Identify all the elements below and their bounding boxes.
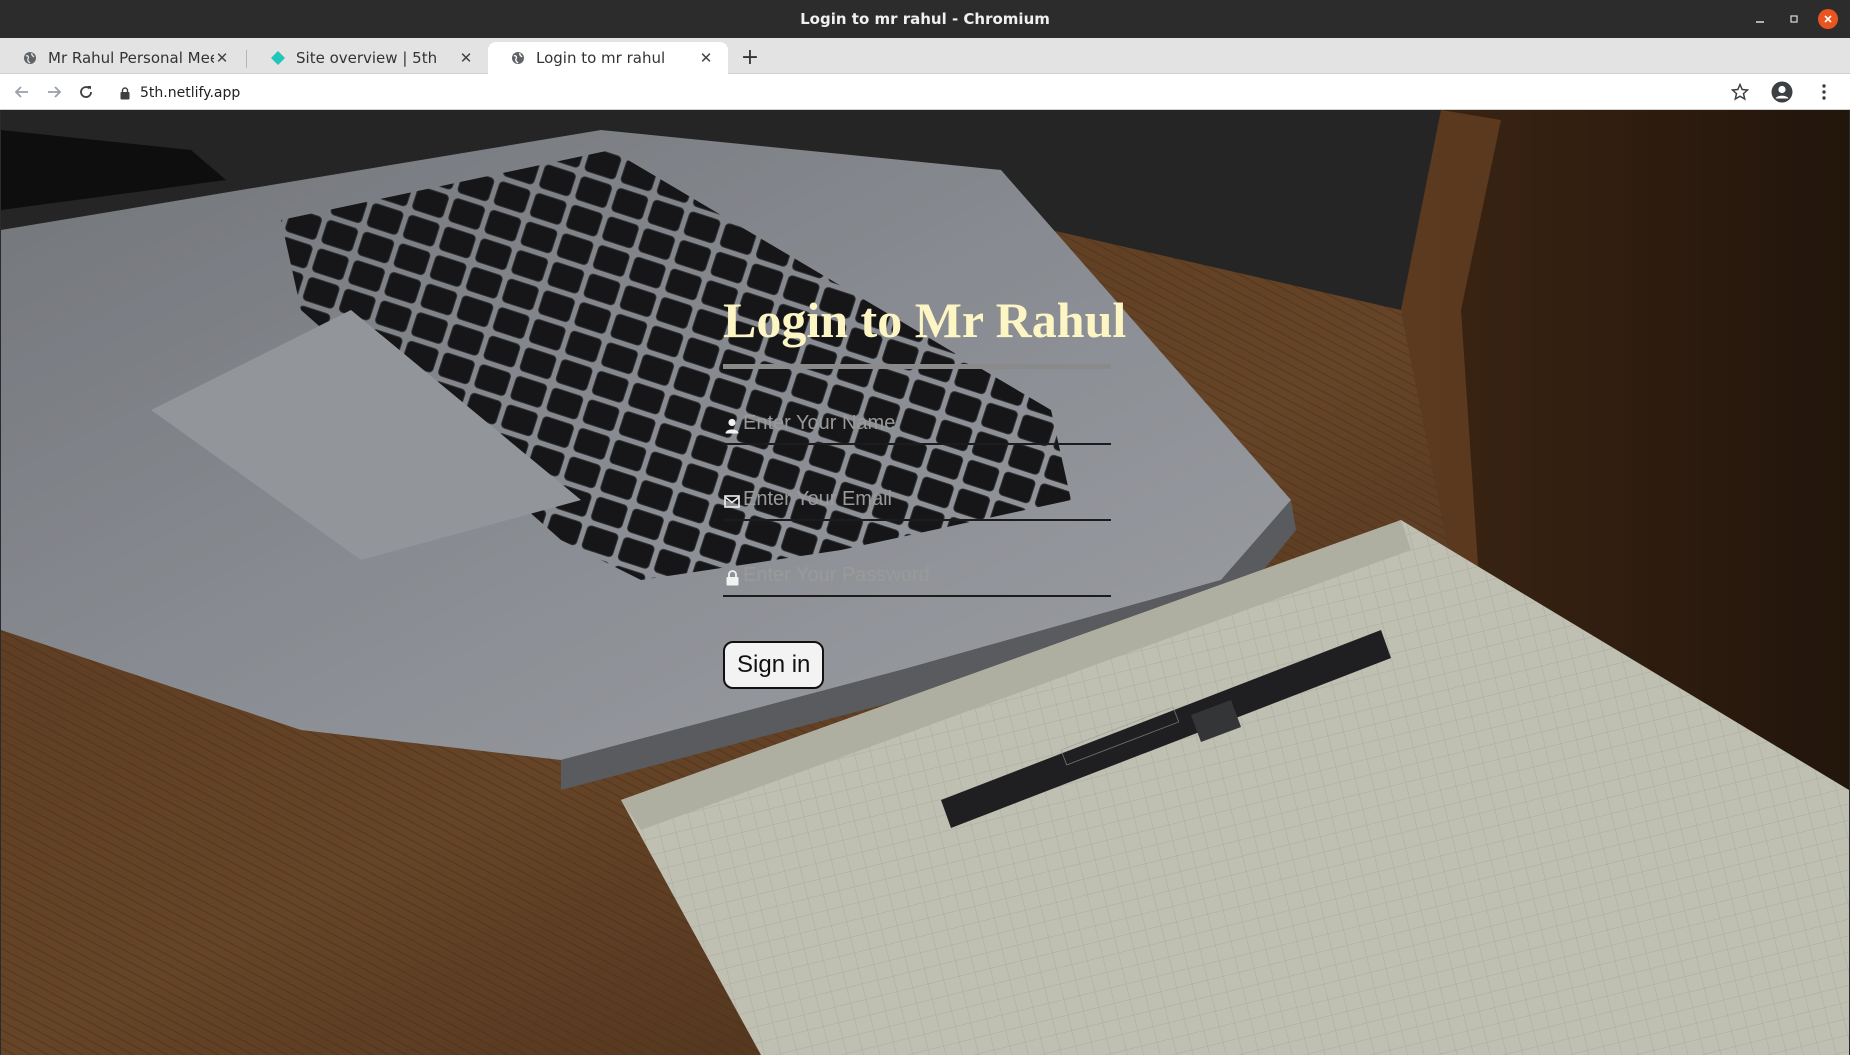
name-input[interactable] [743,411,1111,435]
forward-arrow-icon [48,86,62,98]
url-text: 5th.netlify.app [140,85,241,101]
page-viewport: Login to Mr Rahul Sign in [1,110,1849,1055]
maximize-button[interactable] [1784,9,1804,29]
address-bar[interactable]: 5th.netlify.app [120,82,240,104]
globe-icon [510,50,526,66]
netlify-icon [270,50,286,66]
lock-icon [723,569,741,587]
tab-label: Mr Rahul Personal Meet [48,49,214,67]
browser-toolbar: 5th.netlify.app [0,74,1850,110]
user-icon [723,417,741,435]
back-arrow-icon [14,86,28,98]
email-field [723,483,1111,521]
tab-label: Site overview | 5th [296,49,438,67]
reload-button[interactable] [74,80,98,104]
minimize-button[interactable] [1750,9,1770,29]
toolbar-right [1728,80,1836,104]
envelope-icon [723,493,741,511]
tab-login-to-mr-rahul[interactable]: Login to mr rahul ✕ [488,42,728,74]
password-input[interactable] [743,563,1111,587]
tab-mr-rahul-personal-meet[interactable]: Mr Rahul Personal Meet ✕ [0,42,244,74]
globe-icon [22,50,38,66]
tab-strip: Mr Rahul Personal Meet ✕ Site overview |… [0,38,1850,74]
minimize-icon [1756,21,1764,23]
tab-close-button[interactable]: ✕ [698,49,714,67]
close-window-button[interactable] [1818,9,1838,29]
close-icon [1824,15,1832,23]
tab-close-button[interactable]: ✕ [214,49,230,67]
tab-label: Login to mr rahul [536,49,666,67]
window-title: Login to mr rahul - Chromium [800,10,1050,28]
kebab-menu-icon [1822,84,1826,100]
star-icon [1731,83,1749,101]
window-titlebar: Login to mr rahul - Chromium [0,0,1850,38]
password-field [723,559,1111,597]
name-field [723,407,1111,445]
restore-icon [1790,15,1798,23]
email-input[interactable] [743,487,1111,511]
new-tab-button[interactable]: + [738,46,762,70]
login-form: Login to Mr Rahul Sign in [723,292,1126,689]
sign-in-button[interactable]: Sign in [723,640,825,689]
tab-separator [246,50,247,68]
bookmark-button[interactable] [1728,80,1752,104]
forward-button[interactable] [42,80,66,104]
account-icon [1771,81,1793,103]
profile-button[interactable] [1770,80,1794,104]
tab-site-overview[interactable]: Site overview | 5th ✕ [248,42,488,74]
back-button[interactable] [10,80,34,104]
lock-icon [120,86,130,99]
tab-close-button[interactable]: ✕ [458,49,474,67]
login-title: Login to Mr Rahul [723,292,1126,369]
menu-button[interactable] [1812,80,1836,104]
window-controls [1750,9,1838,29]
reload-icon [80,86,92,98]
